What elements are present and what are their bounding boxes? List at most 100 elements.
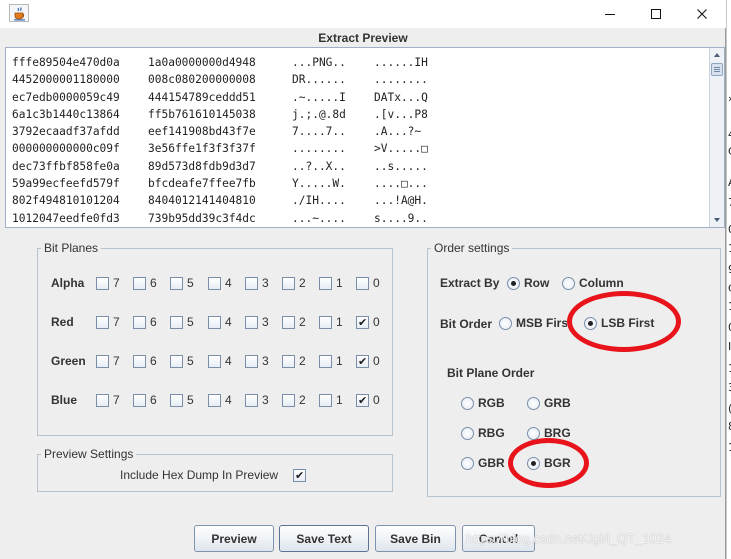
- preview-line: 6a1c3b1440c13864 ff5b761610145038 j.;.@.8d…: [12, 106, 702, 123]
- checkbox-alpha-bit-7[interactable]: [96, 277, 109, 290]
- checkbox-red-bit-3[interactable]: [245, 316, 258, 329]
- checkbox-alpha-bit-3[interactable]: [245, 277, 258, 290]
- title-bar: [0, 0, 726, 28]
- bit-plane-order-rbg-label: RBG: [478, 426, 505, 440]
- checkbox-blue-bit-6[interactable]: [133, 394, 146, 407]
- checkbox-green-bit-0[interactable]: ✔: [356, 355, 369, 368]
- checkbox-red-bit-4[interactable]: [208, 316, 221, 329]
- preview-settings-group: Preview Settings Include Hex Dump In Pre…: [37, 447, 393, 492]
- checkbox-green-bit-7[interactable]: [96, 355, 109, 368]
- ascii-group-1: ./IH....: [292, 194, 346, 208]
- bit-number-label: 6: [150, 276, 157, 290]
- checkbox-blue-bit-4[interactable]: [208, 394, 221, 407]
- bit-number-label: 5: [187, 276, 194, 290]
- preview-line: 4452000001180000 008c080200000008 DR......…: [12, 71, 702, 88]
- bit-number-label: 0: [373, 393, 380, 407]
- checkbox-alpha-bit-6[interactable]: [133, 277, 146, 290]
- scroll-thumb[interactable]: [711, 63, 723, 76]
- checkbox-green-bit-4[interactable]: [208, 355, 221, 368]
- checkbox-red-bit-5[interactable]: [170, 316, 183, 329]
- checkbox-blue-bit-3[interactable]: [245, 394, 258, 407]
- extract-by-row-radio[interactable]: [507, 277, 520, 290]
- bit-plane-row-label-green: Green: [51, 354, 86, 368]
- preview-settings-title: Preview Settings: [41, 447, 137, 461]
- ascii-group-1: Y.....W.: [292, 177, 346, 191]
- bit-plane-order-rgb-radio[interactable]: [461, 397, 474, 410]
- checkbox-red-bit-2[interactable]: [282, 316, 295, 329]
- checkbox-blue-bit-2[interactable]: [282, 394, 295, 407]
- maximize-icon: [651, 9, 661, 19]
- checkbox-alpha-bit-4[interactable]: [208, 277, 221, 290]
- ascii-group-2: ...!A@H.: [374, 194, 428, 208]
- preview-scrollbar[interactable]: [709, 48, 724, 227]
- bit-plane-order-rbg-radio[interactable]: [461, 427, 474, 440]
- bit-number-label: 3: [262, 315, 269, 329]
- bit-number-label: 1: [336, 315, 343, 329]
- save-bin-button[interactable]: Save Bin: [375, 525, 456, 552]
- hex-group-2: 89d573d8fdb9d3d7: [148, 159, 256, 173]
- checkbox-alpha-bit-5[interactable]: [170, 277, 183, 290]
- bit-plane-order-bgr-radio[interactable]: [527, 457, 540, 470]
- hex-group-1: 000000000000c09f: [12, 142, 120, 156]
- ascii-group-1: .~.....I: [292, 90, 346, 104]
- extract-by-column-label: Column: [579, 276, 624, 290]
- bit-plane-order-rgb-label: RGB: [478, 396, 505, 410]
- checkbox-green-bit-5[interactable]: [170, 355, 183, 368]
- checkbox-alpha-bit-0[interactable]: [356, 277, 369, 290]
- hex-dump-checkbox[interactable]: ✔: [293, 469, 306, 482]
- extract-preview-textarea[interactable]: fffe89504e470d0a 1a0a0000000d4948 ...PNG..…: [5, 47, 725, 228]
- bit-number-label: 7: [113, 354, 120, 368]
- checkbox-red-bit-7[interactable]: [96, 316, 109, 329]
- bit-number-label: 1: [336, 393, 343, 407]
- hex-group-2: 739b95dd39c3f4dc: [148, 211, 256, 225]
- hex-group-1: 4452000001180000: [12, 73, 120, 87]
- checkbox-red-bit-0[interactable]: ✔: [356, 316, 369, 329]
- bit-number-label: 3: [262, 276, 269, 290]
- preview-button[interactable]: Preview: [194, 525, 274, 552]
- checkbox-blue-bit-0[interactable]: ✔: [356, 394, 369, 407]
- preview-text: fffe89504e470d0a 1a0a0000000d4948 ...PNG..…: [12, 54, 702, 226]
- bit-order-msb-first-radio[interactable]: [499, 317, 512, 330]
- ascii-group-1: ........: [292, 142, 346, 156]
- save-text-button[interactable]: Save Text: [279, 525, 369, 552]
- bit-number-label: 3: [262, 393, 269, 407]
- bit-plane-order-brg-radio[interactable]: [527, 427, 540, 440]
- ascii-group-2: ......IH: [374, 56, 428, 69]
- watermark-text: https://blog.csdn.net/Jgirl_QT_1024: [466, 531, 672, 546]
- checkbox-alpha-bit-1[interactable]: [319, 277, 332, 290]
- checkbox-green-bit-3[interactable]: [245, 355, 258, 368]
- checkbox-blue-bit-7[interactable]: [96, 394, 109, 407]
- maximize-button[interactable]: [633, 0, 679, 28]
- bit-number-label: 7: [113, 315, 120, 329]
- java-cup-icon: [9, 4, 29, 22]
- ascii-group-2: DATx...Q: [374, 90, 428, 104]
- close-button[interactable]: [679, 0, 725, 28]
- bit-number-label: 4: [225, 354, 232, 368]
- checkbox-blue-bit-5[interactable]: [170, 394, 183, 407]
- scroll-up-button[interactable]: [710, 48, 724, 62]
- bit-order-lsb-first-radio[interactable]: [584, 317, 597, 330]
- extract-by-column-radio[interactable]: [562, 277, 575, 290]
- ascii-group-1: DR......: [292, 73, 346, 87]
- checkbox-blue-bit-1[interactable]: [319, 394, 332, 407]
- bit-number-label: 0: [373, 276, 380, 290]
- checkbox-alpha-bit-2[interactable]: [282, 277, 295, 290]
- hex-group-2: bfcdeafe7ffee7fb: [148, 177, 256, 191]
- checkbox-green-bit-1[interactable]: [319, 355, 332, 368]
- checkbox-red-bit-1[interactable]: [319, 316, 332, 329]
- ascii-group-2: .A...?~: [374, 125, 422, 139]
- bit-plane-order-grb-radio[interactable]: [527, 397, 540, 410]
- preview-line: fffe89504e470d0a 1a0a0000000d4948 ...PNG..…: [12, 54, 702, 71]
- checkbox-green-bit-6[interactable]: [133, 355, 146, 368]
- bit-number-label: 2: [299, 393, 306, 407]
- checkbox-red-bit-6[interactable]: [133, 316, 146, 329]
- checkmark-icon: ✔: [358, 394, 368, 407]
- checkbox-green-bit-2[interactable]: [282, 355, 295, 368]
- hex-group-1: 1012047eedfe0fd3: [12, 211, 120, 225]
- minimize-button[interactable]: [587, 0, 633, 28]
- preview-line: dec73ffbf858fe0a 89d573d8fdb9d3d7 ..?..X..…: [12, 158, 702, 175]
- bit-number-label: 2: [299, 276, 306, 290]
- bit-plane-order-gbr-radio[interactable]: [461, 457, 474, 470]
- hex-group-1: fffe89504e470d0a: [12, 56, 120, 69]
- scroll-down-button[interactable]: [710, 213, 724, 227]
